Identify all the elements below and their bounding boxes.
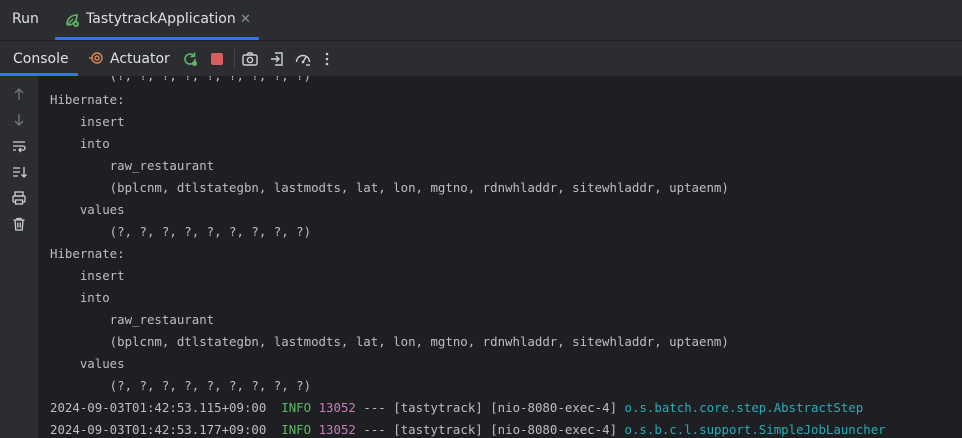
screenshot-icon[interactable] [241,50,259,68]
tab-console-label: Console [13,51,69,67]
print-icon[interactable] [11,190,27,206]
dashboard-icon[interactable] [294,50,312,68]
console-line: raw_restaurant [50,158,215,173]
run-configuration-tab[interactable]: TastytrackApplication ✕ [55,0,259,40]
log-timestamp: 2024-09-03T01:42:53.177+09:00 [50,422,267,437]
log-thread: [nio-8080-exec-4] [490,422,618,437]
console-line: values [50,202,125,217]
tab-actuator-label: Actuator [110,51,170,67]
stop-icon[interactable] [208,50,226,68]
scroll-to-end-icon[interactable] [11,164,27,180]
console-line: (bplcnm, dtlstategbn, lastmodts, lat, lo… [50,334,737,349]
console-output[interactable]: (?, ?, ?, ?, ?, ?, ?, ?, ?) Hibernate: i… [38,76,962,438]
console-line: insert [50,268,133,283]
run-tool-window-title: Run [12,11,39,27]
log-app: [tastytrack] [393,422,483,437]
log-entry: 2024-09-03T01:42:53.177+09:00 INFO 13052… [50,419,886,438]
console-line: (bplcnm, dtlstategbn, lastmodts, lat, lo… [50,180,737,195]
log-logger[interactable]: o.s.batch.core.step.AbstractStep [625,400,864,415]
console-line: Hibernate: [50,246,133,261]
console-toolbar: Console Actuator [0,40,962,76]
run-tab-label: TastytrackApplication [86,11,236,27]
log-entry: 2024-09-03T01:42:53.115+09:00 INFO 13052… [50,397,863,419]
log-separator: --- [363,422,386,437]
log-level: INFO [281,400,312,415]
console-line: into [50,290,110,305]
log-app: [tastytrack] [393,400,483,415]
console-line: (?, ?, ?, ?, ?, ?, ?, ?, ?) [50,378,312,393]
toolbar-separator [234,49,235,69]
soft-wrap-icon[interactable] [11,138,27,154]
console-line: Hibernate: [50,92,133,107]
rerun-icon[interactable] [181,50,199,68]
console-line: (?, ?, ?, ?, ?, ?, ?, ?, ?) [50,224,312,239]
log-thread: [nio-8080-exec-4] [490,400,618,415]
console-line: into [50,136,110,151]
console-line: values [50,356,125,371]
arrow-up-icon[interactable] [11,86,27,102]
log-pid: 13052 [318,400,356,415]
tab-actuator[interactable]: Actuator [88,41,172,76]
log-level: INFO [281,422,312,437]
console-line: insert [50,114,133,129]
console-line: raw_restaurant [50,312,215,327]
log-logger[interactable]: o.s.b.c.l.support.SimpleJobLauncher [625,422,886,437]
console-side-toolbar [0,76,38,438]
log-timestamp: 2024-09-03T01:42:53.115+09:00 [50,400,267,415]
log-separator: --- [363,400,386,415]
run-tool-window-header: Run TastytrackApplication ✕ [0,0,962,40]
arrow-down-icon[interactable] [11,112,27,128]
log-pid: 13052 [318,422,356,437]
close-icon[interactable]: ✕ [240,12,251,27]
trash-icon[interactable] [11,216,27,232]
actuator-icon [89,52,103,64]
console-line: (?, ?, ?, ?, ?, ?, ?, ?, ?) [50,76,311,87]
spring-boot-run-icon [66,14,79,27]
exit-icon[interactable] [268,50,286,68]
tab-console[interactable]: Console [0,41,78,76]
more-vertical-icon[interactable] [318,50,336,68]
